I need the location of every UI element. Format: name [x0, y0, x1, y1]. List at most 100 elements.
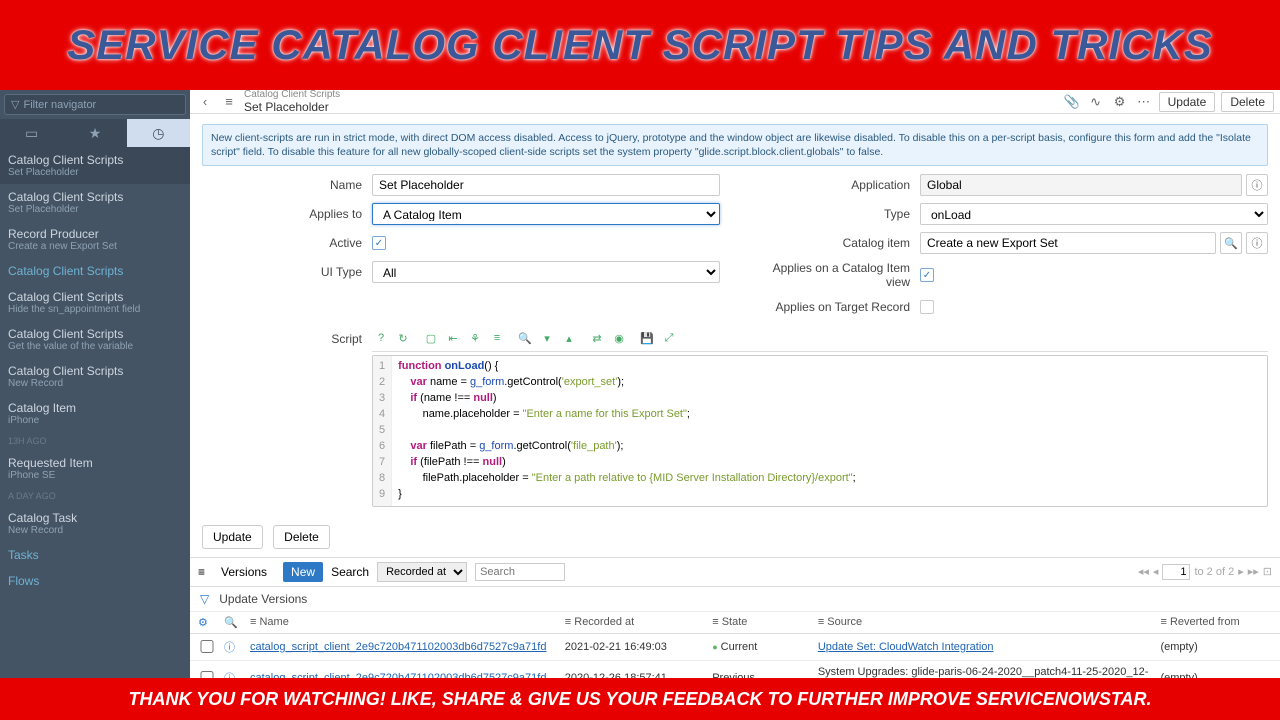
script-search-icon[interactable]: 🔍	[516, 329, 534, 347]
label-applies-to: Applies to	[202, 207, 372, 221]
tab-favorites[interactable]: ★	[63, 119, 126, 147]
script-globe-icon[interactable]: ◉	[610, 329, 628, 347]
form-header: ‹ ≡ Catalog Client Scripts Set Placehold…	[190, 90, 1280, 114]
catalog-item-field[interactable]	[920, 232, 1216, 254]
next-icon[interactable]: ▸	[1238, 565, 1244, 578]
table-row[interactable]: ⓘ catalog_script_client_2e9c720b47110200…	[190, 634, 1280, 661]
pager-top: ◂◂ ◂ to 2 of 2 ▸ ▸▸ ⊡	[1138, 564, 1272, 580]
label-ui-type: UI Type	[202, 265, 372, 279]
nav-item[interactable]: Catalog Client Scripts	[0, 258, 190, 284]
table-row[interactable]: ⓘ catalog_script_client_2e9c720b47110200…	[190, 661, 1280, 678]
nav-item[interactable]: Tasks	[0, 542, 190, 568]
active-checkbox[interactable]: ✓	[372, 236, 386, 250]
nav-item[interactable]: Catalog Client ScriptsSet Placeholder	[0, 147, 190, 184]
code-content[interactable]: function onLoad() { var name = g_form.ge…	[392, 356, 862, 505]
nav-item[interactable]: Record ProducerCreate a new Export Set	[0, 221, 190, 258]
tab-history[interactable]: ◷	[127, 119, 190, 147]
nav-item[interactable]: Catalog Client ScriptsHide the sn_appoin…	[0, 284, 190, 321]
label-application: Application	[750, 178, 920, 192]
last-icon[interactable]: ▸▸	[1248, 565, 1259, 578]
nav-item[interactable]: Catalog Client ScriptsGet the value of t…	[0, 321, 190, 358]
script-help-icon[interactable]: ?	[372, 329, 390, 347]
activity-icon[interactable]: ∿	[1087, 93, 1105, 111]
gear-icon[interactable]: ⚙	[198, 616, 216, 629]
col-recorded[interactable]: ≡ Recorded at	[565, 616, 704, 628]
script-up-icon[interactable]: ▴	[560, 329, 578, 347]
search-icon[interactable]: 🔍	[224, 616, 242, 629]
menu-icon[interactable]: ≡	[220, 93, 238, 111]
first-icon[interactable]: ◂◂	[1138, 565, 1149, 578]
more-icon[interactable]: ⋯	[1135, 93, 1153, 111]
col-source[interactable]: ≡ Source	[818, 616, 1153, 628]
update-button[interactable]: Update	[202, 525, 263, 549]
delete-button[interactable]: Delete	[273, 525, 330, 549]
row-recorded: 2021-02-21 16:49:03	[565, 641, 704, 653]
tab-all-apps[interactable]: ▭	[0, 119, 63, 147]
applies-view-checkbox[interactable]: ✓	[920, 268, 934, 282]
page-input[interactable]	[1162, 564, 1190, 580]
col-state[interactable]: ≡ State	[712, 616, 810, 628]
script-format-icon[interactable]: ≡	[488, 329, 506, 347]
list-menu-icon[interactable]: ≡	[198, 565, 205, 579]
attachment-icon[interactable]: 📎	[1063, 93, 1081, 111]
prev-icon[interactable]: ◂	[1153, 565, 1159, 578]
row-source-link[interactable]: Update Set: CloudWatch Integration	[818, 641, 1153, 653]
script-indent-icon[interactable]: ⇤	[444, 329, 462, 347]
content: ‹ ≡ Catalog Client Scripts Set Placehold…	[190, 90, 1280, 678]
script-refresh-icon[interactable]: ↻	[394, 329, 412, 347]
new-button[interactable]: New	[283, 562, 323, 582]
script-editor[interactable]: 123456789 function onLoad() { var name =…	[372, 355, 1268, 506]
funnel-icon[interactable]: ▽	[200, 592, 209, 606]
related-list-header: ≡ Versions New Search Recorded at ◂◂ ◂ t…	[190, 557, 1280, 587]
expand-icon[interactable]: ⊡	[1263, 565, 1272, 578]
label-script: Script	[202, 329, 372, 506]
header-delete-button[interactable]: Delete	[1221, 92, 1274, 112]
script-replace-icon[interactable]: ⇄	[588, 329, 606, 347]
name-field[interactable]	[372, 174, 720, 196]
nav-item[interactable]: Catalog Client ScriptsSet Placeholder	[0, 184, 190, 221]
breadcrumb: Catalog Client Scripts Set Placeholder	[244, 90, 340, 114]
applies-to-select[interactable]: A Catalog Item	[372, 203, 720, 225]
filter-navigator[interactable]: ▽ Filter navigator	[4, 94, 186, 115]
row-name-link[interactable]: catalog_script_client_2e9c720b471102003d…	[250, 641, 557, 653]
label-catalog-item: Catalog item	[750, 236, 920, 250]
filter-label: Update Versions	[219, 592, 307, 606]
banner-bottom: THANK YOU FOR WATCHING! LIKE, SHARE & GI…	[0, 678, 1280, 720]
nav-item[interactable]: Flows	[0, 568, 190, 594]
versions-tab[interactable]: Versions	[213, 562, 275, 582]
row-reverted: (empty)	[1160, 641, 1272, 653]
banner-top: SERVICE CATALOG CLIENT SCRIPT TIPS AND T…	[0, 0, 1280, 90]
info-icon[interactable]: ⓘ	[1246, 174, 1268, 196]
script-save-icon[interactable]: 💾	[638, 329, 656, 347]
search-icon[interactable]: 🔍	[1220, 232, 1242, 254]
nav-item[interactable]: Catalog TaskNew Record	[0, 505, 190, 542]
info-icon[interactable]: ⓘ	[224, 639, 242, 655]
script-fullscreen-icon[interactable]: ⤢	[660, 329, 678, 347]
script-comment-icon[interactable]: ▢	[422, 329, 440, 347]
info-icon[interactable]: ⓘ	[1246, 232, 1268, 254]
nav-item[interactable]: Catalog Client ScriptsNew Record	[0, 358, 190, 395]
script-tree-icon[interactable]: ⚘	[466, 329, 484, 347]
search-field-select[interactable]: Recorded at	[377, 562, 467, 582]
nav-separator: A DAY AGO	[0, 487, 190, 505]
nav-item[interactable]: Requested ItemiPhone SE	[0, 450, 190, 487]
settings-icon[interactable]: ⚙	[1111, 93, 1129, 111]
row-source: System Upgrades: glide-paris-06-24-2020_…	[818, 666, 1153, 678]
banner-top-text: SERVICE CATALOG CLIENT SCRIPT TIPS AND T…	[67, 21, 1213, 69]
label-applies-target: Applies on Target Record	[750, 300, 920, 314]
search-input[interactable]	[475, 563, 565, 581]
nav-item[interactable]: Catalog ItemiPhone	[0, 395, 190, 432]
header-update-button[interactable]: Update	[1159, 92, 1216, 112]
back-icon[interactable]: ‹	[196, 93, 214, 111]
ui-type-select[interactable]: All	[372, 261, 720, 283]
nav-separator: 13H AGO	[0, 432, 190, 450]
row-checkbox[interactable]	[198, 640, 216, 653]
row-checkbox[interactable]	[198, 671, 216, 678]
applies-target-checkbox[interactable]	[920, 300, 934, 314]
application-field[interactable]	[920, 174, 1242, 196]
col-name[interactable]: ≡ Name	[250, 616, 557, 628]
col-reverted[interactable]: ≡ Reverted from	[1160, 616, 1272, 628]
type-select[interactable]: onLoad	[920, 203, 1268, 225]
info-icon[interactable]: ⓘ	[224, 670, 242, 678]
script-down-icon[interactable]: ▾	[538, 329, 556, 347]
